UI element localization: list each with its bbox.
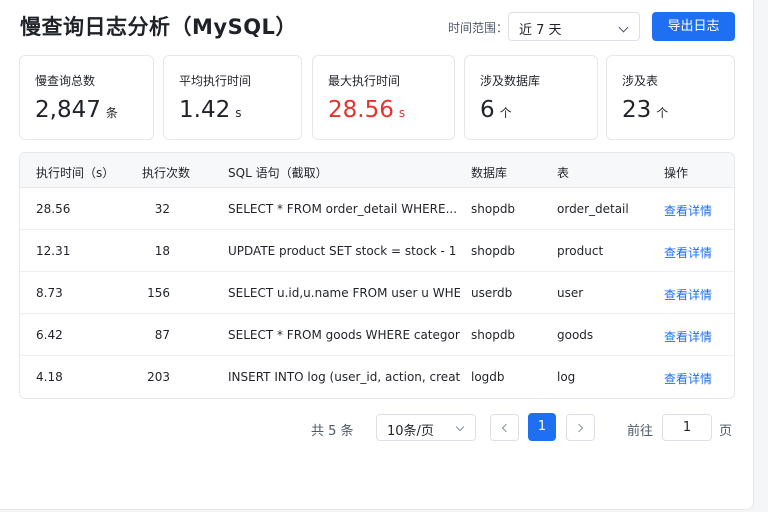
stat-unit: 个 [499, 106, 512, 120]
table-row: 8.73 156 SELECT u.id,u.name FROM user u … [20, 272, 734, 314]
cell-database: logdb [471, 370, 505, 384]
cell-count: 156 [147, 286, 170, 300]
column-header-sql: SQL 语句（截取） [228, 166, 328, 180]
goto-page-input[interactable] [662, 414, 712, 441]
goto-suffix: 页 [719, 424, 733, 439]
view-details-link[interactable]: 查看详情 [664, 286, 712, 303]
time-range-select[interactable]: 近 7 天 [508, 12, 640, 41]
stat-value: 28.56 s [328, 97, 405, 123]
cell-time: 6.42 [36, 328, 63, 342]
stat-card-databases: 涉及数据库 6个 [464, 55, 598, 140]
page-size-select[interactable]: 10条/页 [376, 414, 476, 441]
chevron-down-icon [618, 22, 629, 33]
stat-number: 2,847 [35, 97, 101, 123]
cell-count: 87 [154, 328, 170, 342]
export-log-button[interactable]: 导出日志 [652, 12, 735, 41]
stat-unit: s [235, 106, 242, 120]
stat-card-total: 慢查询总数 2,847 条 [19, 55, 154, 140]
stat-number: 1.42 [179, 97, 231, 123]
stat-value: 2,847 条 [35, 97, 118, 123]
stat-value: 23 个 [622, 97, 668, 123]
goto-label: 前往 [627, 424, 654, 439]
cell-database: shopdb [471, 244, 516, 258]
cell-sql: SELECT * FROM goods WHERE category_id =.… [228, 328, 460, 342]
cell-table: user [557, 286, 584, 300]
page-title: 慢查询日志分析（MySQL） [20, 15, 297, 39]
column-header-action: 操作 [664, 166, 689, 180]
table-row: 12.31 18 UPDATE product SET stock = stoc… [20, 230, 734, 272]
table-header: 执行时间（s） 执行次数 SQL 语句（截取） 数据库 表 操作 [20, 153, 734, 188]
cell-count: 203 [147, 370, 170, 384]
column-header-time: 执行时间（s） [36, 166, 115, 180]
stat-number: 28.56 [328, 97, 394, 123]
chevron-down-icon [455, 422, 465, 432]
cell-sql: UPDATE product SET stock = stock - 1 ... [228, 244, 460, 258]
page-size-value: 10条/页 [387, 424, 434, 439]
table-row: 4.18 203 INSERT INTO log (user_id, actio… [20, 356, 734, 398]
cell-database: shopdb [471, 328, 516, 342]
chevron-left-icon [501, 423, 511, 433]
cell-time: 4.18 [36, 370, 63, 384]
column-header-table: 表 [557, 166, 570, 180]
cell-table: product [557, 244, 604, 258]
stat-label: 涉及表 [622, 74, 659, 88]
stat-number: 6 [480, 97, 495, 123]
cell-sql: SELECT u.id,u.name FROM user u WHERE... [228, 286, 460, 300]
next-page-button[interactable] [566, 414, 595, 441]
view-details-link[interactable]: 查看详情 [664, 328, 712, 345]
cell-table: order_detail [557, 202, 629, 216]
stat-number: 23 [622, 97, 652, 123]
stat-card-avg-time: 平均执行时间 1.42 s [163, 55, 302, 140]
prev-page-button[interactable] [490, 414, 519, 441]
stat-unit: 个 [656, 106, 669, 120]
stat-value: 1.42 s [179, 97, 241, 123]
view-details-link[interactable]: 查看详情 [664, 202, 712, 219]
cell-sql: SELECT * FROM order_detail WHERE... [228, 202, 458, 216]
cell-time: 8.73 [36, 286, 63, 300]
table-row: 6.42 87 SELECT * FROM goods WHERE catego… [20, 314, 734, 356]
column-header-count: 执行次数 [142, 166, 191, 180]
stat-card-tables: 涉及表 23 个 [606, 55, 735, 140]
stat-unit: 条 [105, 106, 118, 120]
view-details-link[interactable]: 查看详情 [664, 370, 712, 387]
stat-label: 慢查询总数 [35, 74, 96, 88]
column-header-database: 数据库 [471, 166, 508, 180]
stat-unit: s [398, 106, 406, 120]
cell-table: goods [557, 328, 594, 342]
page-panel: 慢查询日志分析（MySQL） 时间范围： 近 7 天 导出日志 慢查询总数 2,… [0, 0, 754, 510]
cell-table: log [557, 370, 576, 384]
cell-sql: INSERT INTO log (user_id, action, create… [228, 370, 460, 384]
stat-card-max-time: 最大执行时间 28.56 s [312, 55, 455, 140]
time-range-label: 时间范围： [448, 21, 509, 35]
cell-time: 28.56 [36, 202, 71, 216]
time-range-value: 近 7 天 [519, 23, 562, 38]
stat-label: 平均执行时间 [179, 74, 252, 88]
pagination-total: 共 5 条 [311, 424, 354, 439]
stat-label: 涉及数据库 [480, 74, 541, 88]
view-details-link[interactable]: 查看详情 [664, 244, 712, 261]
stat-value: 6个 [480, 97, 512, 123]
table-row: 28.56 32 SELECT * FROM order_detail WHER… [20, 188, 734, 230]
chevron-right-icon [574, 423, 584, 433]
stat-label: 最大执行时间 [328, 74, 401, 88]
page-number-current[interactable]: 1 [528, 413, 556, 441]
cell-database: userdb [471, 286, 513, 300]
cell-count: 32 [154, 202, 170, 216]
slow-query-table: 执行时间（s） 执行次数 SQL 语句（截取） 数据库 表 操作 28.56 3… [19, 152, 735, 399]
cell-database: shopdb [471, 202, 516, 216]
cell-count: 18 [154, 244, 170, 258]
cell-time: 12.31 [36, 244, 71, 258]
